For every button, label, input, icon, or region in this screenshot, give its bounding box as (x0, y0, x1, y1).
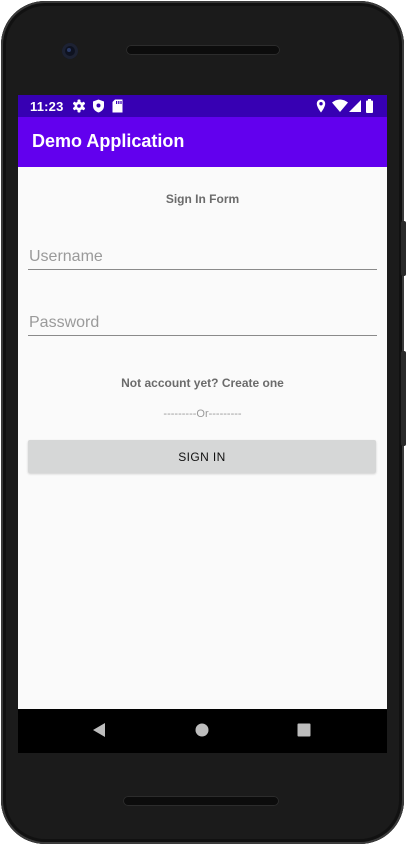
back-icon[interactable] (92, 722, 106, 738)
location-icon (316, 99, 326, 113)
create-account-link[interactable]: Not account yet? Create one (18, 376, 387, 390)
bottom-speaker (123, 796, 279, 806)
password-input[interactable] (28, 311, 377, 336)
front-camera (62, 43, 78, 59)
home-icon[interactable] (195, 722, 209, 738)
sd-card-icon (112, 99, 123, 113)
navigation-bar (18, 709, 387, 753)
gear-icon (72, 99, 86, 113)
phone-frame: 11:23 Demo Application Sign In Form User… (1, 1, 406, 844)
form-title: Sign In Form (165, 192, 240, 206)
or-divider: ---------Or--------- (163, 408, 242, 420)
app-title: Demo Application (32, 131, 185, 151)
sign-in-button[interactable]: SIGN IN (28, 440, 376, 473)
status-time: 11:23 (30, 99, 64, 114)
shield-icon (93, 99, 104, 113)
username-input[interactable] (28, 245, 377, 270)
earpiece-speaker (126, 45, 280, 55)
volume-button (401, 351, 406, 446)
wifi-icon (332, 99, 348, 112)
signal-icon (349, 100, 361, 112)
status-bar: 11:23 (18, 95, 387, 117)
app-bar: Demo Application (18, 117, 387, 167)
power-button (401, 221, 406, 276)
screen: 11:23 Demo Application Sign In Form User… (18, 95, 387, 709)
battery-icon (366, 99, 373, 113)
recents-icon[interactable] (297, 722, 311, 738)
